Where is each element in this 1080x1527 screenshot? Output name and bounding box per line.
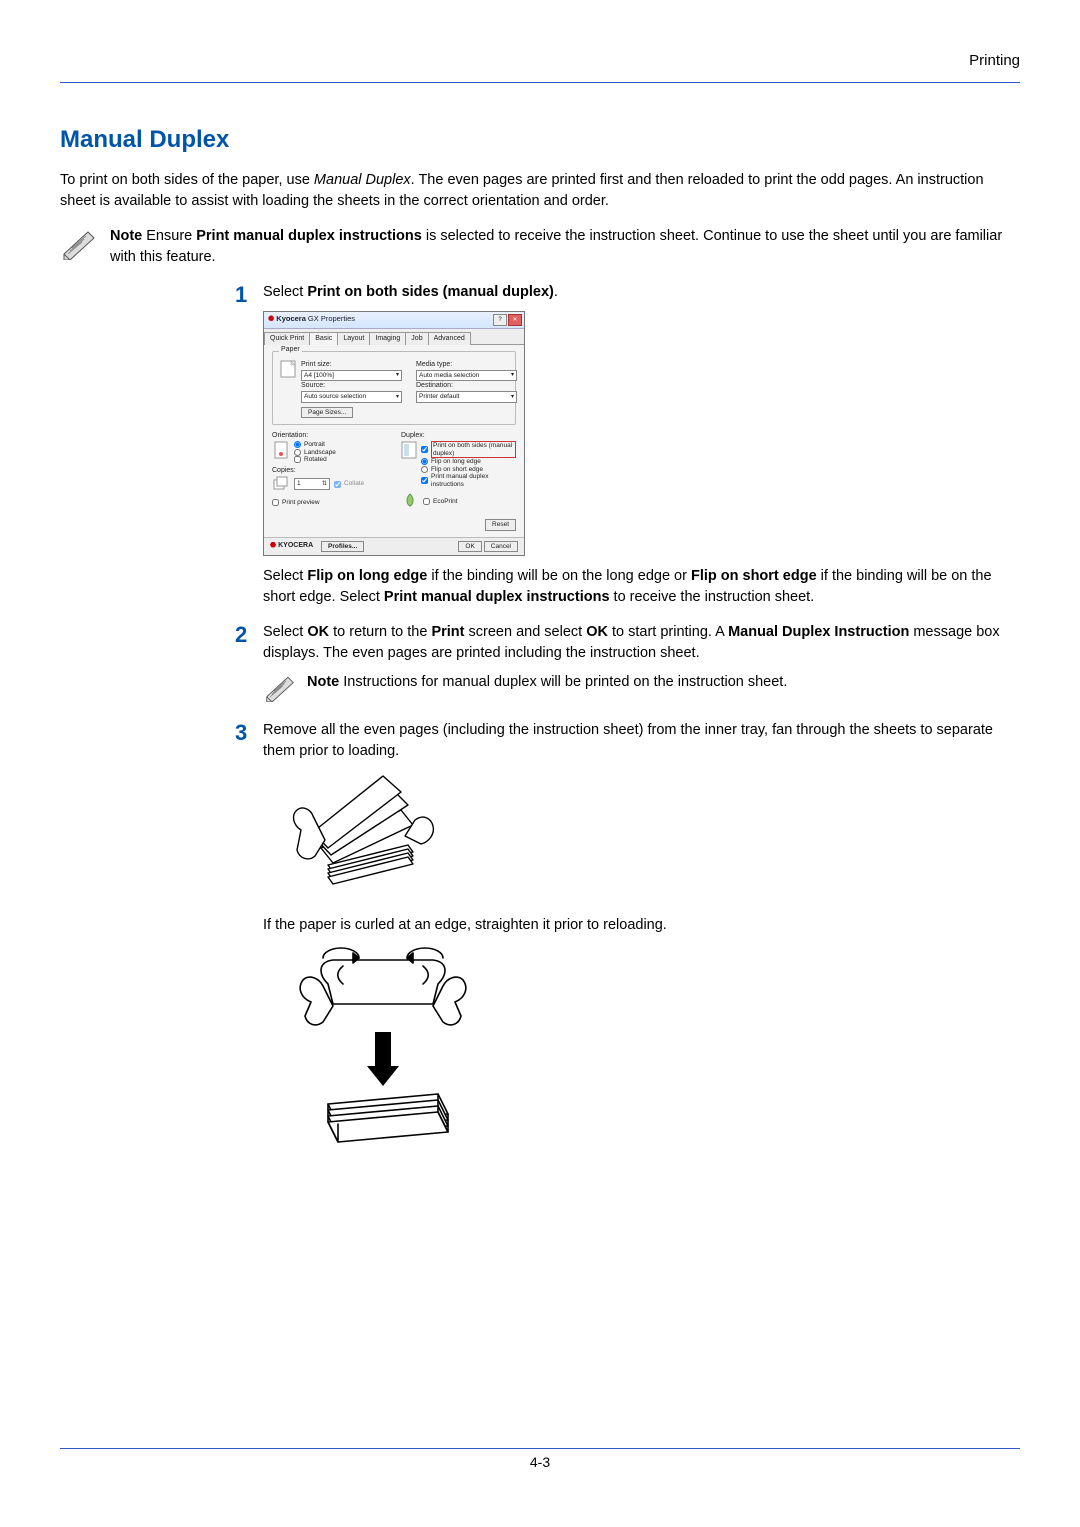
section-tab: Printing <box>60 50 1020 72</box>
printer-properties-dialog: ✺ Kyocera GX Properties ? ✕ Quick Print … <box>263 311 525 556</box>
dialog-titlebar: ✺ Kyocera GX Properties ? ✕ <box>264 312 524 329</box>
duplex-instructions-check[interactable]: Print manual duplex instructions <box>421 473 516 488</box>
tab-basic[interactable]: Basic <box>309 332 338 345</box>
orientation-icon <box>272 441 290 463</box>
tab-layout[interactable]: Layout <box>337 332 370 345</box>
step2-text: Select OK to return to the Print screen … <box>263 622 1020 664</box>
kyocera-icon: ✺ <box>268 315 274 324</box>
media-type-label: Media type: <box>416 361 517 369</box>
tab-advanced[interactable]: Advanced <box>428 332 471 345</box>
duplex-both-sides-check[interactable]: Print on both sides (manual duplex) <box>421 441 516 458</box>
orientation-label: Orientation: <box>272 432 387 440</box>
step-number: 2 <box>235 622 263 646</box>
step-3: 3 Remove all the even pages (including t… <box>235 720 1020 1179</box>
page-sizes-button[interactable]: Page Sizes... <box>301 407 353 418</box>
ecoprint-check[interactable]: EcoPrint <box>423 498 458 505</box>
step1-lead: Select Print on both sides (manual duple… <box>263 282 1020 303</box>
tab-job[interactable]: Job <box>405 332 428 345</box>
note-text: Note Ensure Print manual duplex instruct… <box>110 226 1020 268</box>
step3-text2: If the paper is curled at an edge, strai… <box>263 915 1020 936</box>
step-number: 1 <box>235 282 263 306</box>
flip-long-edge-radio[interactable]: Flip on long edge <box>421 458 516 465</box>
media-type-select[interactable]: Auto media selection▾ <box>416 370 517 381</box>
cancel-button[interactable]: Cancel <box>484 541 518 552</box>
chevron-down-icon: ▾ <box>511 372 514 379</box>
manual-page: Printing Manual Duplex To print on both … <box>0 0 1080 1527</box>
chevron-down-icon: ▾ <box>396 394 399 401</box>
paper-fieldset: Paper Print size: A4 [100%]▾ S <box>272 351 516 426</box>
duplex-icon <box>401 441 417 488</box>
intro-text: To print on both sides of the paper, use… <box>60 170 1020 212</box>
close-icon[interactable]: ✕ <box>508 314 522 326</box>
step1-followup: Select Flip on long edge if the binding … <box>263 566 1020 608</box>
copies-label: Copies: <box>272 467 387 475</box>
brand-footer: ⬣KYOCERA Profiles... <box>270 541 364 552</box>
print-size-select[interactable]: A4 [100%]▾ <box>301 370 402 381</box>
footer-divider <box>60 1448 1020 1449</box>
profiles-button[interactable]: Profiles... <box>321 541 364 552</box>
note-icon <box>60 226 100 260</box>
orientation-landscape-radio[interactable]: Landscape <box>294 449 336 456</box>
collate-check[interactable]: Collate <box>334 480 364 487</box>
step-2: 2 Select OK to return to the Print scree… <box>235 622 1020 714</box>
ok-button[interactable]: OK <box>458 541 481 552</box>
copies-icon <box>272 476 290 493</box>
orientation-rotated-check[interactable]: Rotated <box>294 456 336 463</box>
duplex-label: Duplex: <box>401 432 516 440</box>
chevron-down-icon: ▾ <box>511 394 514 401</box>
tab-imaging[interactable]: Imaging <box>369 332 406 345</box>
page-heading: Manual Duplex <box>60 123 1020 158</box>
destination-select[interactable]: Printer default▾ <box>416 391 517 402</box>
tab-quick-print[interactable]: Quick Print <box>264 332 310 345</box>
tab-strip: Quick Print Basic Layout Imaging Job Adv… <box>264 329 524 345</box>
dialog-footer: ⬣KYOCERA Profiles... OK Cancel <box>264 537 524 555</box>
source-label: Source: <box>301 382 402 390</box>
spinner-icon: ⇅ <box>322 481 327 488</box>
reset-button[interactable]: Reset <box>485 519 516 530</box>
fan-sheets-illustration <box>273 770 1020 907</box>
step-number: 3 <box>235 720 263 744</box>
print-preview-check[interactable]: Print preview <box>272 499 387 506</box>
ecoprint-icon <box>401 492 419 511</box>
step3-text: Remove all the even pages (including the… <box>263 720 1020 762</box>
step2-note: Note Instructions for manual duplex will… <box>263 672 1020 702</box>
print-size-label: Print size: <box>301 361 402 369</box>
page-number: 4-3 <box>0 1452 1080 1472</box>
note-block: Note Ensure Print manual duplex instruct… <box>60 226 1020 268</box>
help-icon[interactable]: ? <box>493 314 507 326</box>
copies-input[interactable]: 1⇅ <box>294 478 330 489</box>
flip-short-edge-radio[interactable]: Flip on short edge <box>421 466 516 473</box>
note-icon <box>263 672 297 702</box>
source-select[interactable]: Auto source selection▾ <box>301 391 402 402</box>
straighten-paper-illustration <box>273 944 1020 1171</box>
divider <box>60 82 1020 83</box>
destination-label: Destination: <box>416 382 517 390</box>
chevron-down-icon: ▾ <box>396 372 399 379</box>
page-preview-icon <box>279 360 297 419</box>
step-1: 1 Select Print on both sides (manual dup… <box>235 282 1020 616</box>
orientation-portrait-radio[interactable]: Portrait <box>294 441 336 448</box>
